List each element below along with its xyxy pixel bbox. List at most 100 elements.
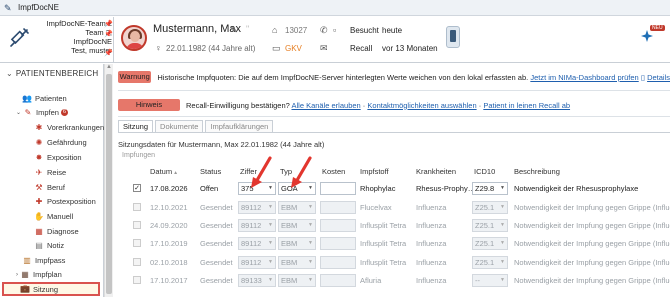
chat-icon[interactable]: ▫ — [333, 25, 336, 35]
typ-select[interactable]: EBM ▼ — [278, 274, 316, 287]
icd10-select[interactable]: Z25.1 ▼ — [472, 237, 508, 250]
sidebar-heading[interactable]: ⌄ PATIENTENBEREICH — [0, 69, 104, 83]
mail-icon[interactable]: ✉ — [320, 43, 328, 54]
icd10-select[interactable]: Z29.8 ▼ — [472, 182, 508, 195]
kosten-input[interactable] — [320, 219, 356, 232]
sidebar-item-diagnose[interactable]: ▦ Diagnose — [34, 225, 79, 238]
scrollbar-thumb[interactable] — [106, 74, 112, 294]
col-datum[interactable]: Datum▲ — [150, 167, 178, 176]
cell-beschreibung: Notwendigkeit der Rhesusprophylaxe — [514, 184, 639, 193]
insurance-type: GKV — [285, 44, 302, 53]
table-row[interactable]: ✓ 17.08.2026 Offen 375 ▼ GOA ▼ Rhophylac Rhesus-… — [128, 181, 670, 196]
typ-select[interactable]: GOA ▼ — [278, 182, 316, 195]
warning-text: Historische Impfquoten: Die auf dem Impf… — [157, 72, 529, 82]
chevron-down-icon: ▼ — [268, 240, 273, 246]
typ-select[interactable]: EBM ▼ — [278, 201, 316, 214]
ziffer-select[interactable]: 89112 ▼ — [238, 237, 276, 250]
sidebar-item-sitzung[interactable]: 💼 Sitzung — [2, 282, 100, 296]
syringe-icon: ✎ — [24, 107, 32, 117]
sidebar-item-gefaehrdung[interactable]: ✺ Gefährdung — [34, 136, 87, 149]
col-impfstoff[interactable]: Impfstoff — [360, 167, 389, 176]
icd10-select[interactable]: -- ▼ — [472, 274, 508, 287]
cell-krankheiten: Influenza — [416, 276, 447, 285]
col-beschreibung[interactable]: Beschreibung — [514, 167, 560, 176]
kosten-input[interactable] — [320, 182, 356, 195]
table-row[interactable]: 12.10.2021 Gesendet 89112 ▼ EBM ▼ Flucelvax Inf… — [128, 200, 670, 215]
select-contacts-link[interactable]: Kontaktmöglichkeiten auswählen — [367, 101, 476, 110]
col-krankheiten[interactable]: Krankheiten — [416, 167, 456, 176]
ziffer-select[interactable]: 89112 ▼ — [238, 219, 276, 232]
cell-impfstoff: Rhophylac — [360, 184, 396, 193]
edit-icon[interactable]: ✎ — [230, 25, 238, 36]
typ-select[interactable]: EBM ▼ — [278, 219, 316, 232]
nima-dashboard-link[interactable]: Jetzt im NIMa-Dashboard prüfen — [530, 73, 638, 82]
cell-krankheiten: Rhesus-Prophy… — [416, 184, 472, 193]
tab-impfaufklaerungen[interactable]: Impfaufklärungen — [205, 120, 274, 132]
row-checkbox[interactable] — [133, 221, 141, 229]
table-header: Datum▲ Status Ziffer▲ Typ Kosten Impfsto… — [128, 167, 670, 179]
ziffer-select[interactable]: 89133 ▼ — [238, 274, 276, 287]
ziffer-value: 89112 — [241, 221, 262, 230]
row-checkbox[interactable] — [133, 239, 141, 247]
icd10-select[interactable]: Z25.1 ▼ — [472, 256, 508, 269]
mobile-device-icon[interactable] — [446, 26, 460, 48]
ziffer-select[interactable]: 89112 ▼ — [238, 256, 276, 269]
hazard-icon: ✺ — [35, 137, 43, 147]
sidebar-item-exposition[interactable]: ✸ Exposition — [34, 151, 82, 164]
col-status[interactable]: Status — [200, 167, 221, 176]
patient-dob: 22.01.1982 (44 Jahre alt) — [166, 44, 256, 53]
card-icon: ▭ — [272, 43, 281, 53]
sidebar-item-impfpass[interactable]: ▥ Impfpass — [22, 254, 65, 267]
sidebar-item-impfplan[interactable]: › ▦ Impfplan — [16, 268, 62, 281]
new-features-icon[interactable]: NEU — [640, 25, 666, 43]
col-typ[interactable]: Typ — [280, 167, 292, 176]
chevron-down-icon: ▼ — [268, 222, 273, 228]
row-checkbox[interactable] — [133, 276, 141, 284]
decline-recall-link[interactable]: Patient in leinen Recall ab — [483, 101, 570, 110]
icd10-select[interactable]: Z25.1 ▼ — [472, 201, 508, 214]
phone-icon[interactable]: ✆ — [320, 25, 328, 36]
sidebar-item-patienten[interactable]: 👥 Patienten — [22, 92, 67, 105]
briefcase-icon: ⚒ — [35, 182, 43, 192]
tab-sitzung[interactable]: Sitzung — [118, 120, 154, 132]
sidebar-scrollbar[interactable]: ▲ — [104, 64, 113, 297]
ziffer-select[interactable]: 375 ▼ — [238, 182, 276, 195]
pin-icons[interactable]: 📌 📌 📌 — [104, 20, 113, 58]
tab-dokumente[interactable]: Dokumente — [155, 120, 204, 132]
sidebar-item-label: Diagnose — [47, 227, 79, 236]
kosten-input[interactable] — [320, 237, 356, 250]
col-icd10[interactable]: ICD10 — [474, 167, 495, 176]
table-row[interactable]: 17.10.2019 Gesendet 89112 ▼ EBM ▼ Influsplit T… — [128, 236, 670, 251]
visited-label: Besucht — [350, 26, 379, 35]
scroll-up-icon[interactable]: ▲ — [106, 64, 112, 70]
sidebar-item-beruf[interactable]: ⚒ Beruf — [34, 181, 65, 194]
kosten-input[interactable] — [320, 274, 356, 287]
typ-select[interactable]: EBM ▼ — [278, 237, 316, 250]
sidebar-item-postexposition[interactable]: ✚ Postexposition — [34, 195, 96, 208]
col-ziffer[interactable]: Ziffer▲ — [240, 167, 263, 176]
icd10-select[interactable]: Z25.1 ▼ — [472, 219, 508, 232]
chevron-down-icon: ▼ — [268, 259, 273, 265]
kosten-input[interactable] — [320, 256, 356, 269]
sidebar-item-reise[interactable]: ✈ Reise — [34, 166, 67, 179]
cell-beschreibung: Notwendigkeit der Impfung gegen Grippe (… — [514, 276, 670, 285]
details-link[interactable]: Details — [647, 73, 670, 82]
chevron-down-icon: ▼ — [308, 222, 313, 228]
sidebar-item-manuell[interactable]: ✋ Manuell — [34, 210, 73, 223]
icd10-value: -- — [475, 276, 480, 285]
col-kosten[interactable]: Kosten — [322, 167, 345, 176]
ziffer-select[interactable]: 89112 ▼ — [238, 201, 276, 214]
kosten-input[interactable] — [320, 201, 356, 214]
typ-select[interactable]: EBM ▼ — [278, 256, 316, 269]
row-checkbox[interactable] — [133, 258, 141, 266]
table-row[interactable]: 02.10.2018 Gesendet 89112 ▼ EBM ▼ Influsplit T… — [128, 255, 670, 270]
allow-all-channels-link[interactable]: Alle Kanäle erlauben — [291, 101, 360, 110]
table-row[interactable]: 24.09.2020 Gesendet 89112 ▼ EBM ▼ Influsplit T… — [128, 218, 670, 233]
row-checkbox[interactable]: ✓ — [133, 184, 141, 192]
sidebar-item-notiz[interactable]: ▤ Notiz — [34, 239, 64, 252]
table-row[interactable]: 17.10.2017 Gesendet 89133 ▼ EBM ▼ Afluria Influ… — [128, 273, 670, 288]
sidebar-item-vorerkrankungen[interactable]: ✱ Vorerkrankungen — [34, 121, 104, 134]
sidebar-item-impfen[interactable]: ⌄ ✎ Impfen 6 — [16, 106, 69, 119]
sidebar-item-label: Notiz — [47, 241, 65, 250]
row-checkbox[interactable] — [133, 203, 141, 211]
